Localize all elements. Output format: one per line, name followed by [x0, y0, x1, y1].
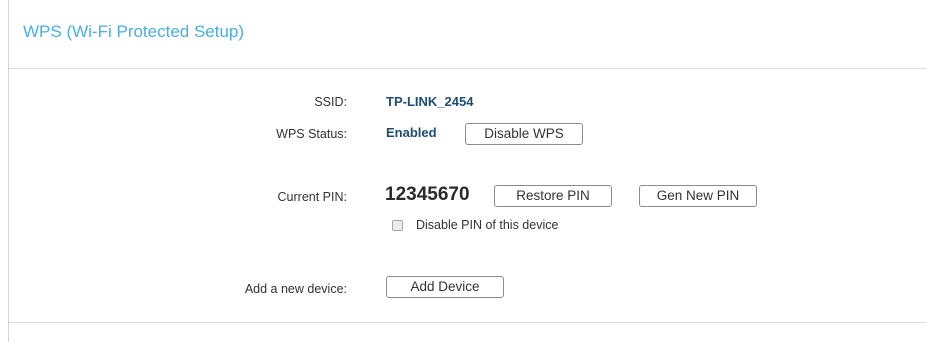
- add-device-button[interactable]: Add Device: [386, 276, 504, 298]
- current-pin-label: Current PIN:: [277, 190, 347, 204]
- wps-panel: WPS (Wi-Fi Protected Setup) SSID: TP-LIN…: [8, 0, 927, 342]
- ssid-label: SSID:: [314, 95, 347, 109]
- ssid-value: TP-LINK_2454: [386, 94, 474, 109]
- disable-wps-button[interactable]: Disable WPS: [465, 123, 583, 145]
- add-device-label: Add a new device:: [244, 282, 347, 296]
- disable-pin-checkbox-label: Disable PIN of this device: [416, 218, 559, 232]
- page-title: WPS (Wi-Fi Protected Setup): [23, 22, 245, 41]
- gen-new-pin-button[interactable]: Gen New PIN: [639, 185, 757, 207]
- restore-pin-button[interactable]: Restore PIN: [494, 185, 612, 207]
- current-pin-value: 12345670: [385, 184, 470, 205]
- panel-header: WPS (Wi-Fi Protected Setup): [9, 0, 927, 69]
- wps-status-value: Enabled: [386, 125, 437, 140]
- panel-divider: [9, 322, 927, 323]
- wps-status-label: WPS Status:: [276, 127, 347, 141]
- disable-pin-checkbox[interactable]: [392, 220, 403, 231]
